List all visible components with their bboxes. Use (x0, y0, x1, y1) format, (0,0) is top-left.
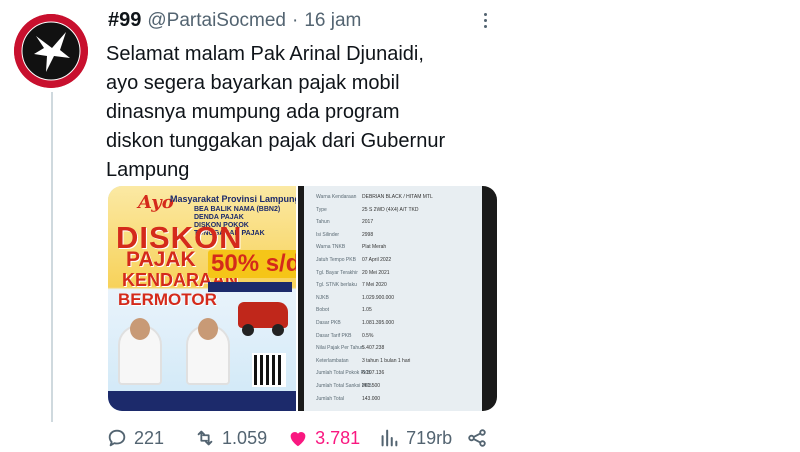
poster-band (208, 282, 292, 292)
document-row-value: 0.5% (362, 332, 374, 339)
share-icon (468, 429, 486, 447)
reply-icon (108, 429, 126, 447)
official-head-1 (130, 318, 150, 340)
qr-code (252, 353, 286, 387)
document-row-value: 6.107.136 (362, 370, 385, 377)
document-row-key: Tgl. STNK berlaku (316, 282, 357, 289)
document-row-value: 7 Mei 2020 (362, 282, 387, 289)
document-row-key: Warna Kendaraan (316, 194, 357, 200)
document-row: Type 25 S 2WD (4X4) A/T TKD (316, 207, 476, 217)
views-button[interactable]: 719rb (378, 427, 452, 449)
document-row-key: Tahun (316, 219, 330, 226)
poster-ajo: Ayo (138, 192, 174, 213)
document-row-value: 143.000 (362, 395, 381, 402)
document-row-value: 3 tahun 1 bulan 1 hari (362, 357, 411, 364)
bird-logo-icon (14, 14, 88, 88)
document-row-value: 5.407.238 (362, 345, 385, 352)
retweet-button[interactable]: 1.059 (194, 427, 267, 449)
document-row-value: 301.500 (362, 383, 381, 389)
views-count: 719rb (406, 427, 453, 448)
document-row: Jatuh Tempo PKB 07 April 2022 (316, 257, 476, 267)
document-row: Isi Silinder 2998 (316, 232, 476, 242)
document-row: Warna TNKB Plat Merah (316, 244, 476, 254)
more-options-icon[interactable] (475, 8, 495, 32)
document-row-key: Bobot (316, 307, 330, 314)
views-icon (381, 429, 398, 447)
reply-button[interactable]: 221 (106, 427, 164, 449)
reply-count: 221 (134, 427, 165, 448)
document-row-value: 25 S 2WD (4X4) A/T TKD (362, 206, 419, 213)
document-row-key: Type (316, 206, 327, 213)
document-row-key: Jatuh Tempo PKB (316, 257, 356, 263)
document-row-key: Jumlah Total (316, 395, 344, 402)
document-row-key: Isi Silinder (316, 231, 340, 238)
share-button[interactable] (466, 427, 488, 449)
document-row: Tahun 2017 (316, 219, 476, 229)
document-row: Warna Kendaraan DEBRIAN BLACK / HITAM MTL (316, 194, 476, 204)
document-row: Tgl. STNK berlaku 7 Mei 2020 (316, 282, 476, 292)
document-row-value: 1.081.395.000 (362, 320, 394, 326)
document-row-value: Plat Merah (362, 244, 387, 251)
document-row-key: Warna TNKB (316, 244, 346, 251)
document-screen: Warna Kendaraan DEBRIAN BLACK / HITAM MTL… (304, 186, 482, 411)
document-row: Nilai Pajak Per Tahun 5.407.238 (316, 345, 476, 355)
document-row-value: 20 Mei 2021 (362, 269, 390, 276)
like-count: 3.781 (315, 427, 361, 448)
car-wheel (242, 324, 254, 336)
author-name[interactable]: #99 (108, 9, 141, 32)
author-handle[interactable]: @PartaiSocmed (147, 10, 286, 32)
document-row-value: 1.05 (362, 307, 372, 314)
car-wheel (272, 324, 284, 336)
tweet-timestamp[interactable]: 16 jam (304, 10, 361, 32)
poster-line-2: PAJAK (126, 248, 196, 271)
official-head-2 (198, 318, 218, 340)
document-row: Keterlambatan 3 tahun 1 bulan 1 hari (316, 358, 476, 368)
document-row: Dasar PKB 1.081.395.000 (316, 320, 476, 330)
poster-percent: 50% s/d 70% (208, 250, 296, 278)
poster-footer (108, 391, 296, 411)
document-row-key: Dasar Tarif PKB (316, 332, 352, 339)
action-bar: 221 1.059 3.781 719rb (106, 426, 488, 450)
document-row-key: Nilai Pajak Per Tahun (316, 345, 364, 352)
tweet-header: #99 @PartaiSocmed · 16 jam (108, 9, 361, 35)
tweet-text: Selamat malam Pak Arinal Djunaidi, ayo s… (106, 43, 446, 181)
document-row: Jumlah Total Pokok PKB 6.107.136 (316, 370, 476, 380)
document-row-value: 2998 (362, 231, 374, 238)
document-row-key: NJKB (316, 294, 329, 301)
document-row: Tgl. Bayar Terakhir 20 Mei 2021 (316, 270, 476, 280)
thread-line (51, 92, 53, 422)
avatar[interactable] (14, 14, 88, 88)
media-image-document[interactable]: Warna Kendaraan DEBRIAN BLACK / HITAM MTL… (298, 186, 497, 411)
poster-line-4: BERMOTOR (118, 290, 217, 309)
document-row: Jumlah Total 143.000 (316, 396, 476, 406)
document-row: Bobot 1.05 (316, 307, 476, 317)
retweet-icon (197, 430, 213, 446)
separator-dot: · (292, 10, 299, 31)
document-row: Dasar Tarif PKB 0.5% (316, 333, 476, 343)
poster-org: Masyarakat Provinsi Lampung (170, 194, 296, 204)
heart-icon (290, 432, 306, 447)
document-row-value: 2017 (362, 219, 374, 226)
document-row-value: DEBRIAN BLACK / HITAM MTL (362, 194, 433, 200)
document-row-key: Dasar PKB (316, 320, 341, 326)
document-row-value: 1.029.900.000 (362, 294, 394, 301)
document-row-key: Keterlambatan (316, 357, 349, 364)
media-image-poster[interactable]: Ayo Masyarakat Provinsi Lampung BEA BALI… (108, 186, 296, 411)
document-row-value: 07 April 2022 (362, 257, 392, 263)
document-row-key: Tgl. Bayar Terakhir (316, 269, 358, 276)
document-row: Jumlah Total Sanksi PKB 301.500 (316, 383, 476, 393)
document-row: NJKB 1.029.900.000 (316, 295, 476, 305)
tweet-media[interactable]: Ayo Masyarakat Provinsi Lampung BEA BALI… (108, 186, 497, 411)
like-button[interactable]: 3.781 (287, 427, 360, 449)
retweet-count: 1.059 (222, 427, 268, 448)
